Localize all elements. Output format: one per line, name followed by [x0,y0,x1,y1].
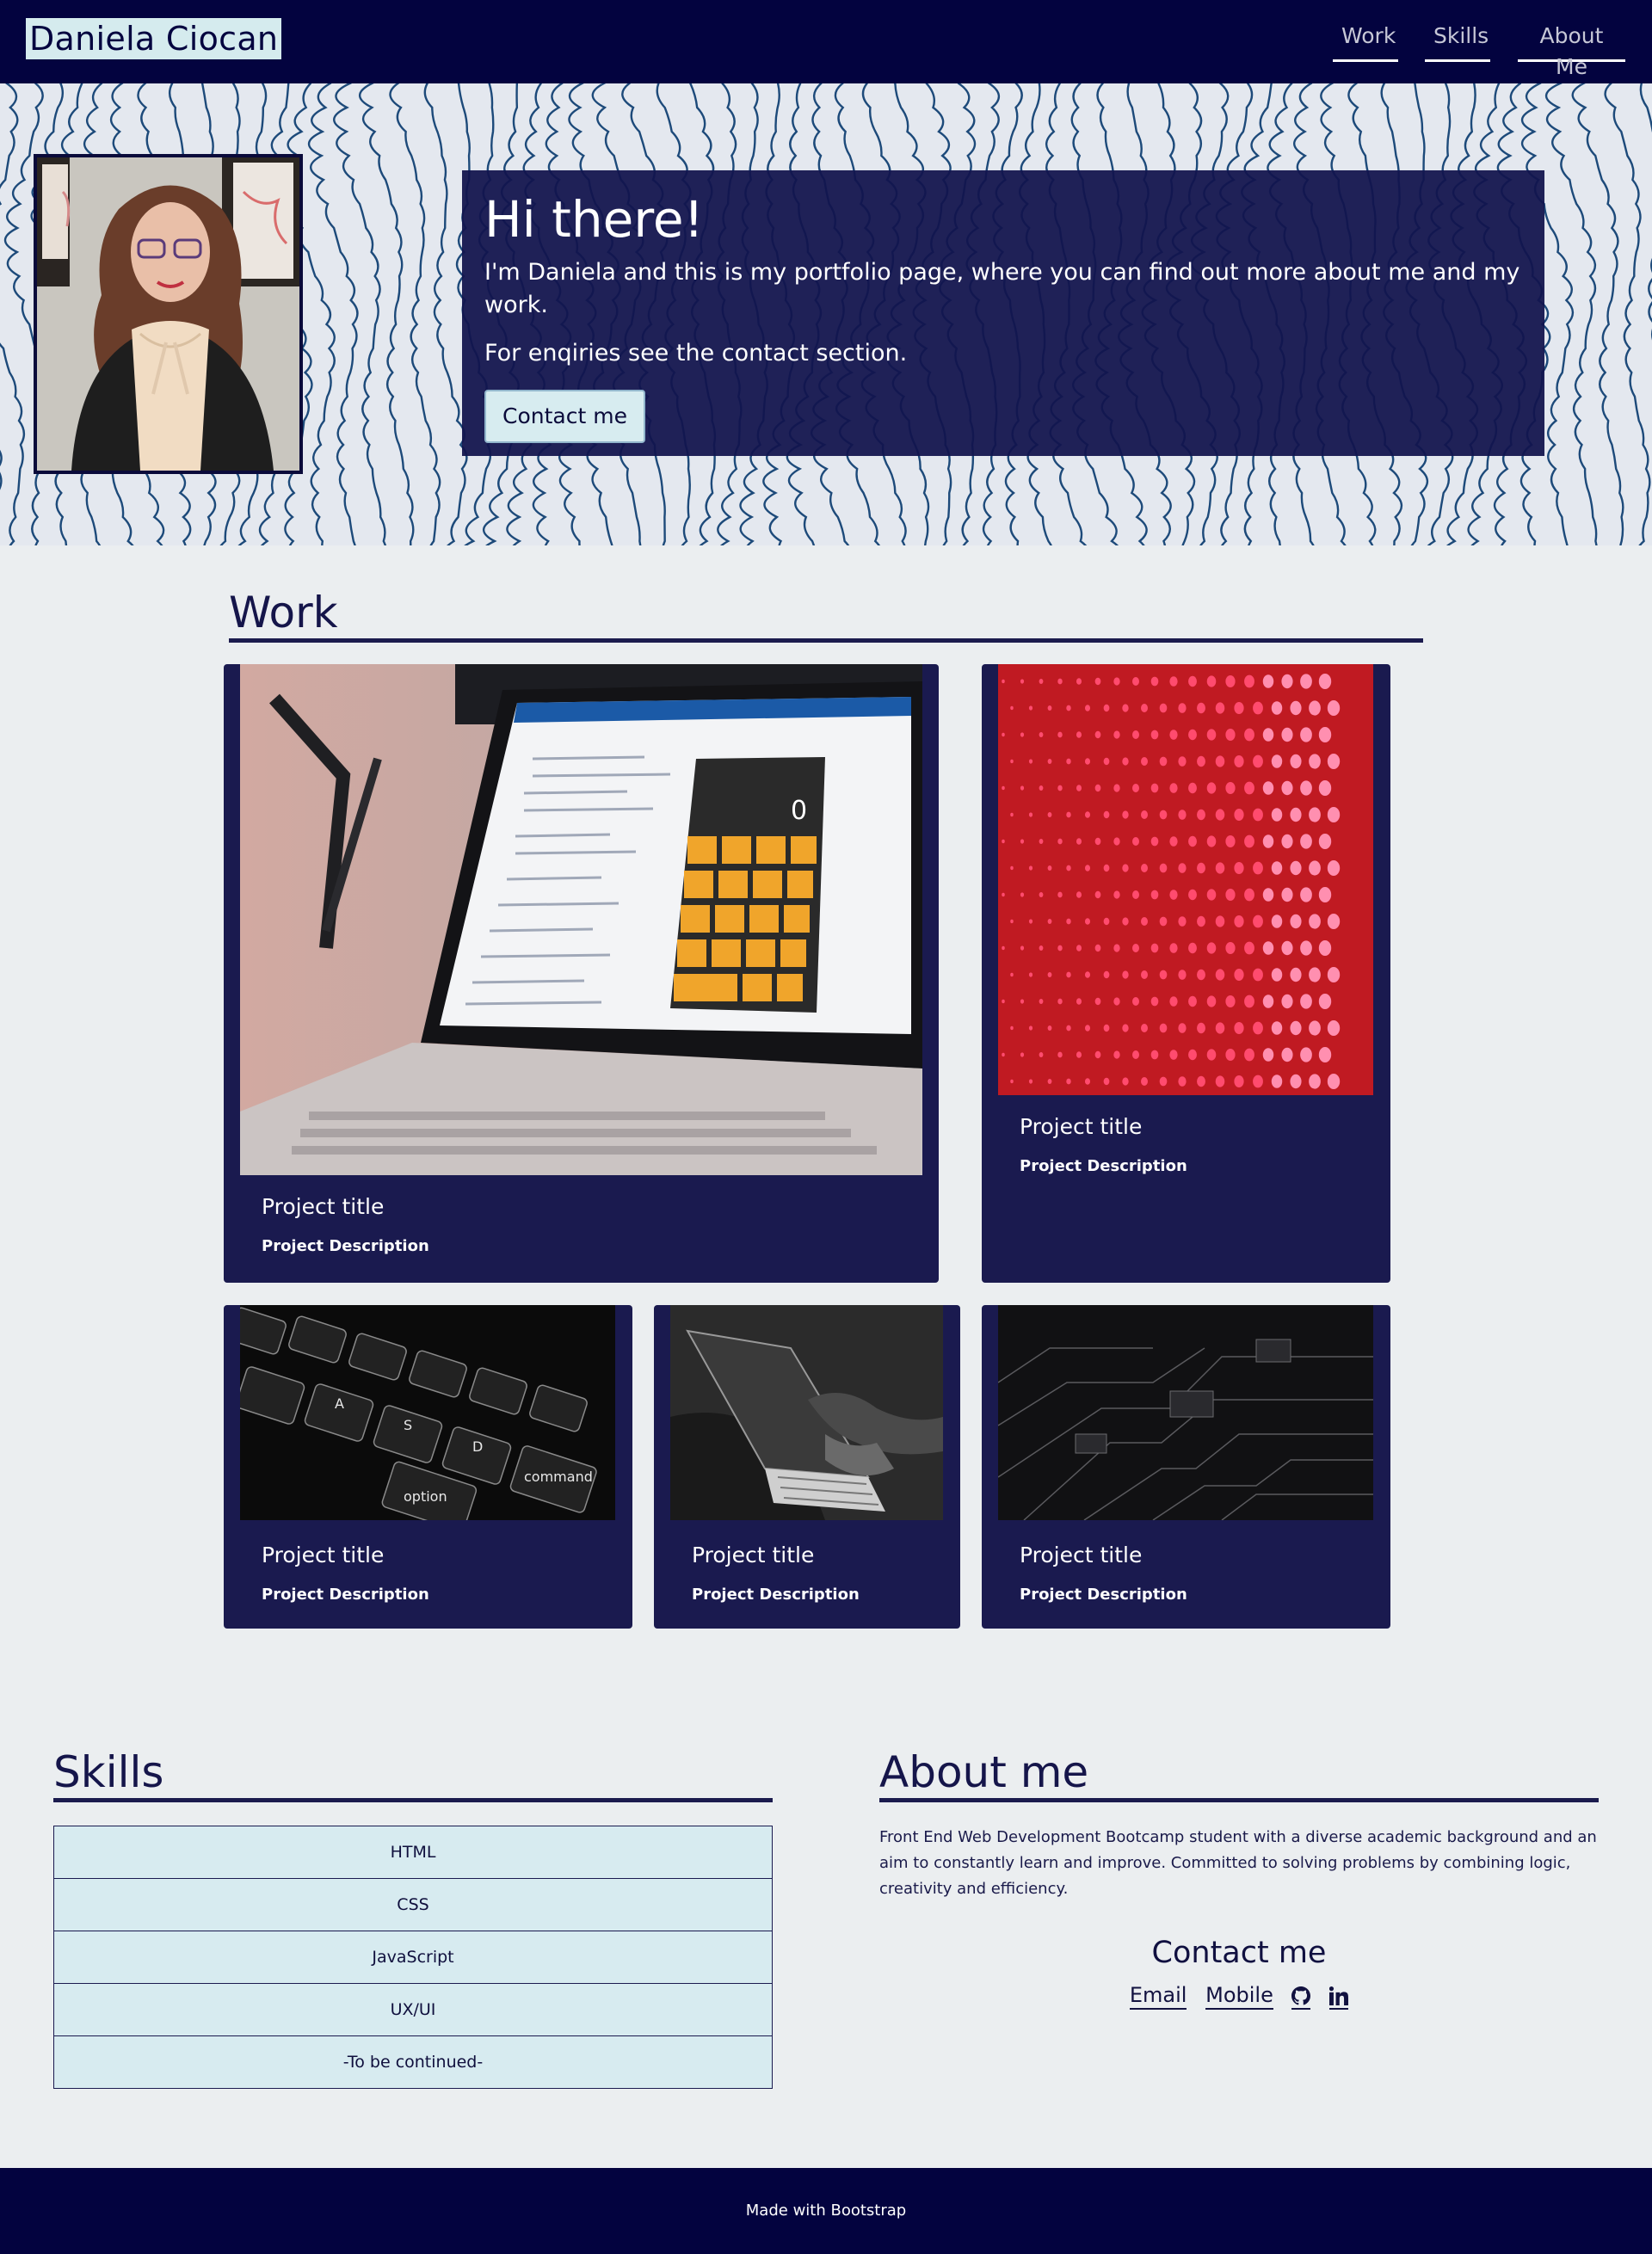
github-icon [1291,1986,1311,2005]
project-card[interactable]: Project title Project Description [654,1305,960,1629]
hero-title: Hi there! [484,190,704,249]
svg-text:command: command [524,1469,593,1485]
svg-text:S: S [404,1417,412,1433]
project-card[interactable]: 0 Project title Project Description [224,664,939,1283]
email-link[interactable]: Email [1129,1982,1187,2010]
top-navbar: Daniela Ciocan Work Skills About Me [0,0,1652,83]
skill-item: -To be continued- [53,2035,773,2089]
linkedin-link[interactable] [1328,1982,1349,2010]
project-image-circuit [998,1305,1373,1520]
project-title: Project title [1020,1543,1143,1567]
github-link[interactable] [1291,1982,1311,2010]
nav-link-work[interactable]: Work [1333,21,1398,62]
svg-text:A: A [335,1395,344,1412]
skill-item: JavaScript [53,1931,773,1984]
project-title: Project title [262,1194,385,1219]
project-description: Project Description [262,1586,429,1604]
svg-text:option: option [404,1488,447,1505]
hero-intro-text: I'm Daniela and this is my portfolio pag… [484,259,1520,318]
footer-text: Made with Bootstrap [745,2202,907,2220]
about-text: Front End Web Development Bootcamp stude… [879,1828,1597,1898]
project-description: Project Description [1020,1586,1187,1604]
project-image-red-led [998,664,1373,1095]
project-title: Project title [692,1543,815,1567]
project-image-laptop: 0 [240,664,922,1175]
project-card[interactable]: Project title Project Description [982,664,1390,1283]
hero-enquiries-text: For enqiries see the contact section. [484,340,908,366]
skill-item: HTML [53,1826,773,1879]
project-card[interactable]: Project title Project Description [982,1305,1390,1629]
svg-text:0: 0 [791,796,807,826]
profile-photo-illustration [37,157,299,471]
nav-link-about-me[interactable]: About Me [1518,21,1625,79]
project-description: Project Description [262,1237,429,1255]
skill-item: CSS [53,1878,773,1931]
hero-section: Hi there! I'm Daniela and this is my por… [0,83,1652,545]
footer: Made with Bootstrap [0,2168,1652,2254]
contact-links: Email Mobile [879,1980,1599,2010]
contact-title: Contact me [1151,1936,1327,1970]
about-section-title: About me [879,1746,1599,1802]
project-image-keyboard: A S D option command [240,1305,615,1520]
project-image-typing-hands [670,1305,943,1520]
mobile-link[interactable]: Mobile [1205,1982,1273,2010]
nav-link-skills[interactable]: Skills [1425,21,1490,62]
project-title: Project title [1020,1114,1143,1139]
profile-photo [34,154,303,474]
linkedin-icon [1328,1986,1349,2005]
project-description: Project Description [692,1586,860,1604]
skill-item: UX/UI [53,1983,773,2036]
brand-name[interactable]: Daniela Ciocan [26,18,282,59]
project-description: Project Description [1020,1157,1187,1175]
svg-text:D: D [472,1438,483,1455]
project-title: Project title [262,1543,385,1567]
contact-me-button[interactable]: Contact me [484,390,645,443]
skills-section-title: Skills [53,1746,773,1802]
skills-list: HTML CSS JavaScript UX/UI -To be continu… [53,1826,773,2089]
project-card[interactable]: A S D option command Project title Project … [224,1305,632,1629]
hero-intro-box: Hi there! I'm Daniela and this is my por… [462,170,1544,456]
work-section-title: Work [229,587,1423,643]
